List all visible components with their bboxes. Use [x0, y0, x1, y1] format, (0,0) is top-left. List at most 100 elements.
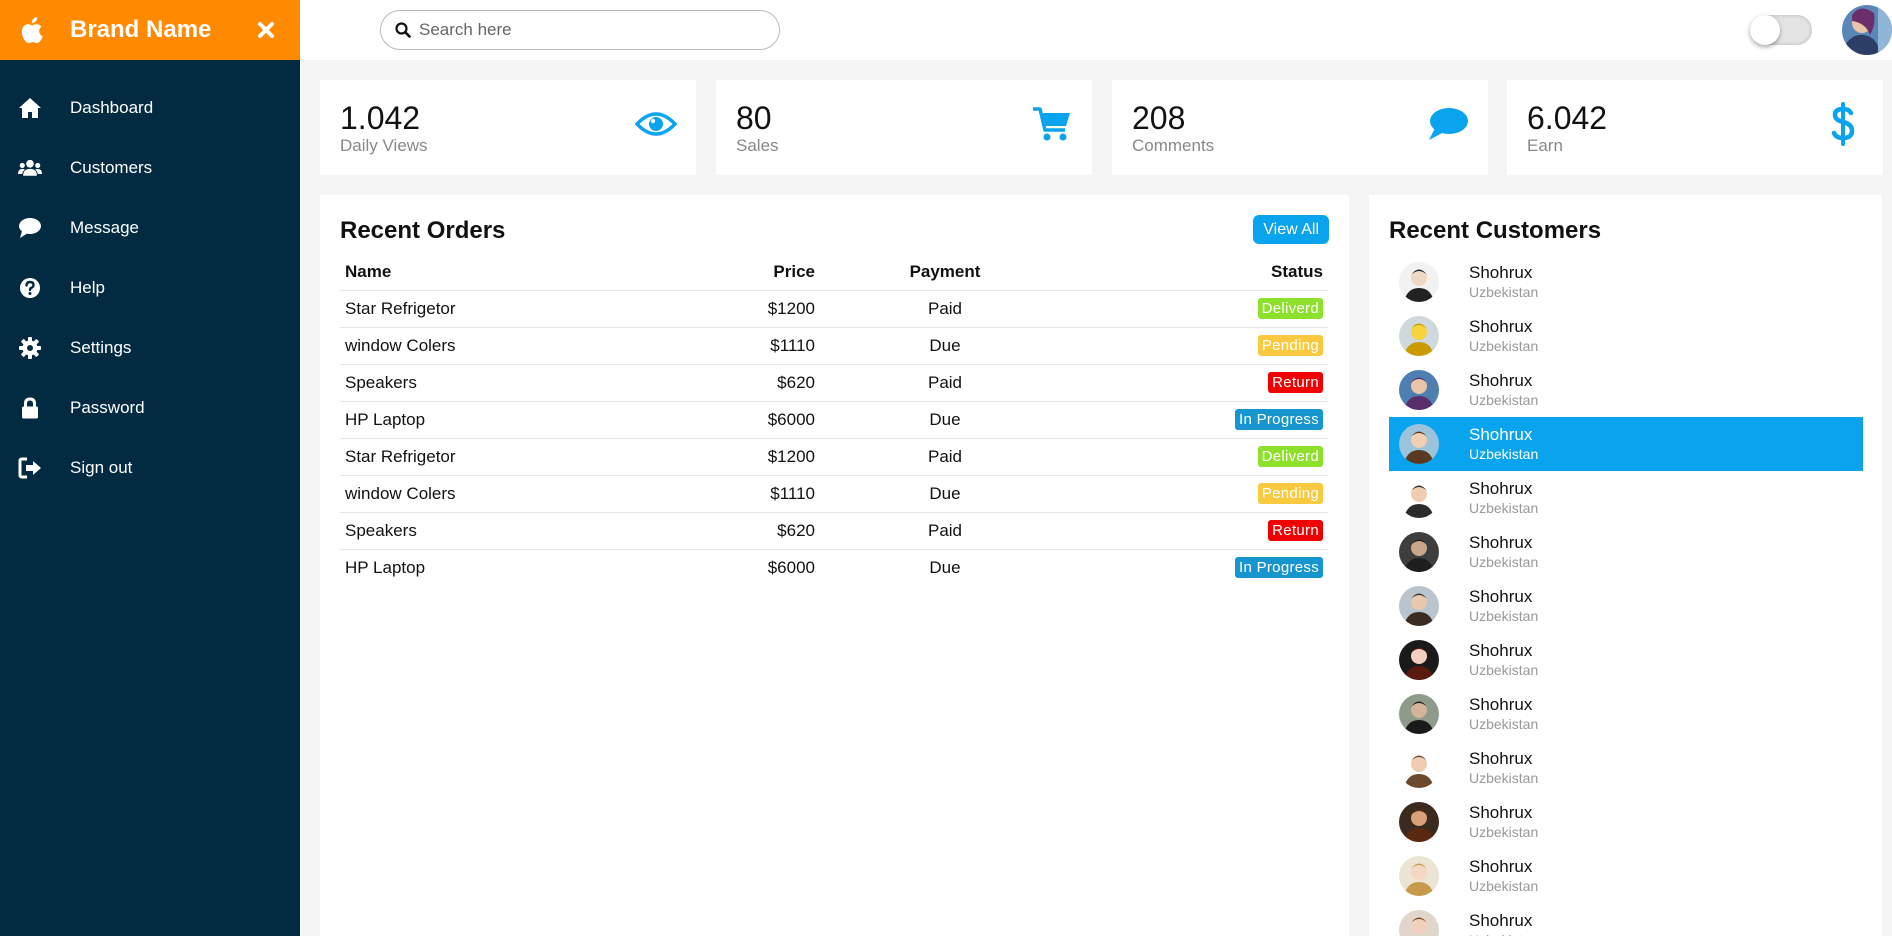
customer-name: Shohrux	[1469, 911, 1533, 930]
stat-card-earn[interactable]: 6.042 Earn	[1507, 80, 1883, 175]
stat-value: 6.042	[1527, 100, 1608, 136]
list-item[interactable]: Shohrux Uzbekistan	[1389, 309, 1863, 363]
customer-country: Uzbekistan	[1469, 500, 1539, 516]
list-item[interactable]: ShohruxUzbekistan	[1389, 795, 1863, 849]
customer-info: ShohruxUzbekistan	[1469, 371, 1538, 409]
close-icon[interactable]	[254, 18, 278, 42]
table-row[interactable]: window Colers $1110 Due Pending	[340, 474, 1328, 512]
table-row[interactable]: Speakers $620 Paid Return	[340, 511, 1328, 549]
list-item[interactable]: ShohruxUzbekistan	[1389, 579, 1863, 633]
list-item[interactable]: ShohruxUzbekistan	[1389, 363, 1863, 417]
order-price: $6000	[640, 548, 820, 586]
list-item[interactable]: ShohruxUzbekistan	[1389, 417, 1863, 471]
topbar	[300, 0, 1892, 60]
avatar	[1399, 856, 1439, 896]
list-item[interactable]: ShohruxUzbekistan	[1389, 849, 1863, 903]
status-badge: In Progress	[1235, 409, 1323, 430]
comment-icon	[1426, 102, 1470, 146]
customer-name: Shohrux	[1469, 749, 1533, 768]
avatar	[1399, 694, 1439, 734]
customer-name: Shohrux	[1469, 479, 1533, 498]
customer-info: ShohruxUzbekistan	[1469, 695, 1538, 733]
list-item[interactable]: ShohruxUzbekistan	[1389, 633, 1863, 687]
order-status-cell: In Progress	[1070, 400, 1328, 438]
order-status-cell: Return	[1070, 511, 1328, 549]
customer-info: ShohruxUzbekistan	[1469, 533, 1538, 571]
eye-icon	[634, 102, 678, 146]
search-box[interactable]	[380, 10, 780, 50]
order-name: Star Refrigetor	[340, 289, 640, 327]
search-icon	[395, 22, 411, 38]
lock-icon	[18, 396, 42, 420]
sidebar-item-sign-out[interactable]: Sign out	[0, 438, 300, 498]
theme-toggle[interactable]	[1750, 15, 1812, 45]
recent-customers-panel: Recent Customers Shohrux Uzbekistan Shohru…	[1369, 195, 1882, 936]
order-status-cell: In Progress	[1070, 548, 1328, 586]
customer-country: Uzbekistan	[1469, 608, 1539, 624]
customer-name: Shohrux	[1469, 641, 1533, 660]
sidebar-item-label: Message	[70, 218, 139, 237]
sidebar-item-label: Sign out	[70, 458, 133, 477]
status-badge: Pending	[1257, 483, 1323, 504]
sidebar-item-label: Customers	[70, 158, 153, 177]
customer-info: ShohruxUzbekistan	[1469, 749, 1538, 787]
list-item[interactable]: ShohruxUzbekistan	[1389, 525, 1863, 579]
stat-value: 1.042	[340, 100, 421, 136]
customer-country: Uzbekistan	[1469, 338, 1539, 354]
customer-country: Uzbekistan	[1469, 824, 1539, 840]
sidebar-item-help[interactable]: Help	[0, 258, 300, 318]
stat-value: 208	[1132, 100, 1186, 136]
sidebar-item-password[interactable]: Password	[0, 378, 300, 438]
order-payment: Due	[820, 400, 1070, 438]
table-row[interactable]: Star Refrigetor $1200 Paid Deliverd	[340, 437, 1328, 475]
avatar	[1399, 478, 1439, 518]
sidebar-item-message[interactable]: Message	[0, 198, 300, 258]
sidebar-item-settings[interactable]: Settings	[0, 318, 300, 378]
stat-card-sales[interactable]: 80 Sales	[716, 80, 1092, 175]
sidebar-nav: Dashboard Customers Message Help Setting…	[0, 60, 300, 498]
customer-info: ShohruxUzbekistan	[1469, 263, 1538, 301]
sidebar-item-customers[interactable]: Customers	[0, 138, 300, 198]
list-item[interactable]: ShohruxUzbekistan	[1389, 741, 1863, 795]
search-input[interactable]	[419, 20, 759, 40]
table-row[interactable]: HP Laptop $6000 Due In Progress	[340, 548, 1328, 586]
table-row[interactable]: window Colers $1110 Due Pending	[340, 326, 1328, 364]
table-row[interactable]: HP Laptop $6000 Due In Progress	[340, 400, 1328, 438]
chat-icon	[18, 216, 42, 240]
stat-card-daily-views[interactable]: 1.042 Daily Views	[320, 80, 696, 175]
sidebar-item-label: Password	[70, 398, 145, 417]
brand-header: Brand Name	[0, 0, 300, 60]
status-badge: Return	[1268, 520, 1323, 541]
list-item[interactable]: Shohrux Uzbekistan	[1389, 471, 1863, 525]
order-price: $1200	[640, 437, 820, 475]
table-row[interactable]: Star Refrigetor $1200 Paid Deliverd	[340, 289, 1328, 327]
stat-card-comments[interactable]: 208 Comments	[1112, 80, 1488, 175]
stat-value: 80	[736, 100, 772, 136]
customer-info: ShohruxUzbekistan	[1469, 425, 1538, 463]
recent-orders-panel: Recent Orders View All Name Price Paymen…	[320, 195, 1349, 936]
table-row[interactable]: Speakers $620 Paid Return	[340, 363, 1328, 401]
list-item[interactable]: ShohruxUzbekistan	[1389, 255, 1863, 309]
apple-icon[interactable]	[20, 17, 46, 43]
order-payment: Paid	[820, 437, 1070, 475]
column-header-status: Status	[1271, 262, 1323, 282]
sidebar: Brand Name Dashboard Customers Message H…	[0, 0, 300, 936]
order-status-cell: Pending	[1070, 474, 1328, 512]
user-avatar[interactable]	[1842, 5, 1892, 55]
list-item[interactable]: ShohruxUzbekistan	[1389, 903, 1863, 936]
view-all-button[interactable]: View All	[1253, 215, 1329, 244]
customer-name: Shohrux	[1469, 317, 1533, 336]
customer-country: Uzbekistan	[1469, 554, 1539, 570]
order-payment: Paid	[820, 289, 1070, 327]
customer-info: ShohruxUzbekistan	[1469, 911, 1538, 936]
stat-label: Comments	[1132, 136, 1215, 155]
order-status-cell: Return	[1070, 363, 1328, 401]
avatar	[1399, 424, 1439, 464]
list-item[interactable]: ShohruxUzbekistan	[1389, 687, 1863, 741]
customer-name: Shohrux	[1469, 371, 1533, 390]
order-name: Speakers	[340, 511, 640, 549]
status-badge: In Progress	[1235, 557, 1323, 579]
sidebar-item-label: Help	[70, 278, 105, 297]
sidebar-item-dashboard[interactable]: Dashboard	[0, 78, 300, 138]
customer-country: Uzbekistan	[1469, 716, 1539, 732]
